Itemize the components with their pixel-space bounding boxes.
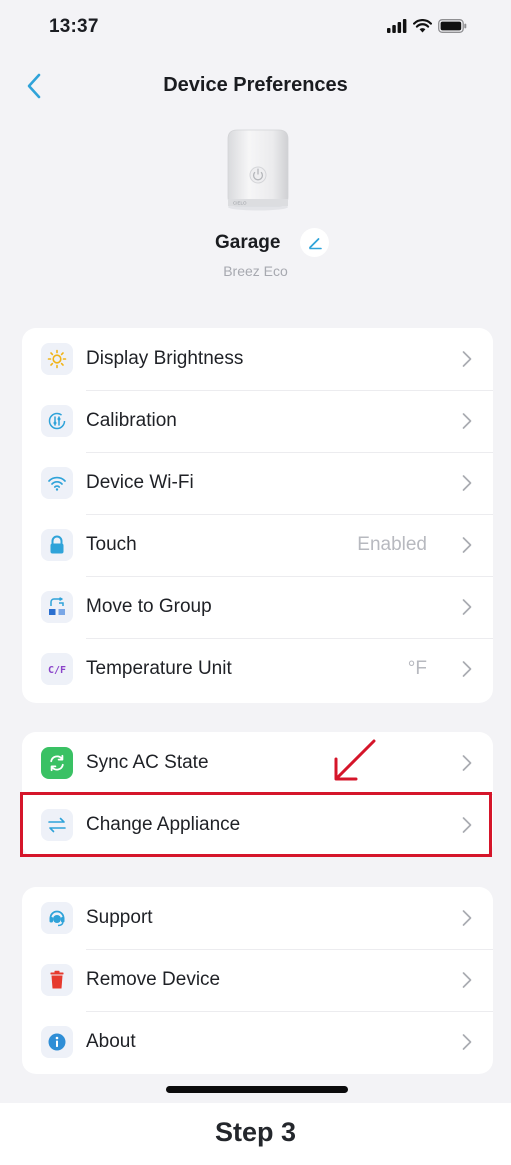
- temperature-unit-icon: C/F: [41, 653, 73, 685]
- device-brand-mark: CIELO: [233, 201, 247, 206]
- chevron-right-icon: [461, 908, 473, 928]
- group-icon: [41, 591, 73, 623]
- lock-icon: [41, 529, 73, 561]
- chevron-right-icon: [461, 659, 473, 679]
- svg-text:C/F: C/F: [48, 665, 66, 676]
- row-label: Display Brightness: [86, 348, 244, 369]
- row-label: Move to Group: [86, 596, 212, 617]
- status-icons: [387, 19, 467, 33]
- annotation-arrow-icon: [334, 739, 376, 781]
- device-wifi-row[interactable]: Device Wi-Fi: [22, 452, 493, 514]
- chevron-right-icon: [461, 815, 473, 835]
- row-label: Remove Device: [86, 969, 221, 990]
- move-to-group-row[interactable]: Move to Group: [22, 576, 493, 638]
- row-label: Touch: [86, 534, 137, 555]
- row-label: Device Wi-Fi: [86, 472, 194, 493]
- calibration-row[interactable]: Calibration: [22, 390, 493, 452]
- chevron-right-icon: [461, 753, 473, 773]
- page-title: Device Preferences: [163, 74, 348, 96]
- touch-row[interactable]: Touch Enabled: [22, 514, 493, 576]
- device-name-row: Garage: [0, 228, 511, 258]
- support-icon: [41, 902, 73, 934]
- temperature-unit-value: °F: [407, 658, 427, 679]
- chevron-right-icon: [461, 411, 473, 431]
- about-row[interactable]: About: [22, 1011, 493, 1073]
- chevron-right-icon: [461, 597, 473, 617]
- settings-card: Display Brightness Calibration Device Wi…: [22, 328, 493, 703]
- touch-value: Enabled: [357, 534, 427, 555]
- trash-icon: [41, 964, 73, 996]
- sync-icon: [41, 747, 73, 779]
- change-appliance-row[interactable]: Change Appliance: [22, 794, 493, 856]
- sun-icon: [41, 343, 73, 375]
- row-label: Support: [86, 907, 153, 928]
- row-label: Calibration: [86, 410, 177, 431]
- appliance-card: Sync AC State Change Appliance: [22, 732, 493, 857]
- support-row[interactable]: Support: [22, 887, 493, 949]
- signal-icon: [387, 19, 407, 33]
- wifi-icon: [413, 19, 432, 33]
- navigation-bar: Device Preferences: [0, 58, 511, 114]
- device-image: CIELO: [227, 129, 289, 211]
- sync-ac-state-row[interactable]: Sync AC State: [22, 732, 493, 794]
- info-icon: [41, 1026, 73, 1058]
- edit-name-button[interactable]: [300, 228, 329, 257]
- swap-icon: [41, 809, 73, 841]
- row-label: Sync AC State: [86, 752, 209, 773]
- chevron-right-icon: [461, 970, 473, 990]
- pencil-icon: [308, 237, 322, 249]
- chevron-right-icon: [461, 535, 473, 555]
- home-indicator[interactable]: [166, 1086, 348, 1093]
- row-label: Temperature Unit: [86, 658, 232, 679]
- display-brightness-row[interactable]: Display Brightness: [22, 328, 493, 390]
- device-model: Breez Eco: [223, 263, 288, 279]
- row-label: About: [86, 1031, 136, 1052]
- chevron-right-icon: [461, 1032, 473, 1052]
- step-caption: Step 3: [214, 1117, 297, 1147]
- app-screen: 13:37 Device Preferences CIELO Garage Br…: [0, 0, 511, 1103]
- chevron-right-icon: [461, 349, 473, 369]
- remove-device-row[interactable]: Remove Device: [22, 949, 493, 1011]
- support-card: Support Remove Device About: [22, 887, 493, 1074]
- device-name: Garage: [215, 232, 281, 253]
- battery-icon: [438, 19, 467, 33]
- status-time: 13:37: [49, 16, 99, 37]
- calibration-icon: [41, 405, 73, 437]
- status-bar: 13:37: [0, 0, 511, 56]
- temperature-unit-row[interactable]: C/F Temperature Unit °F: [22, 638, 493, 700]
- wifi-icon: [41, 467, 73, 499]
- chevron-right-icon: [461, 473, 473, 493]
- row-label: Change Appliance: [86, 814, 241, 835]
